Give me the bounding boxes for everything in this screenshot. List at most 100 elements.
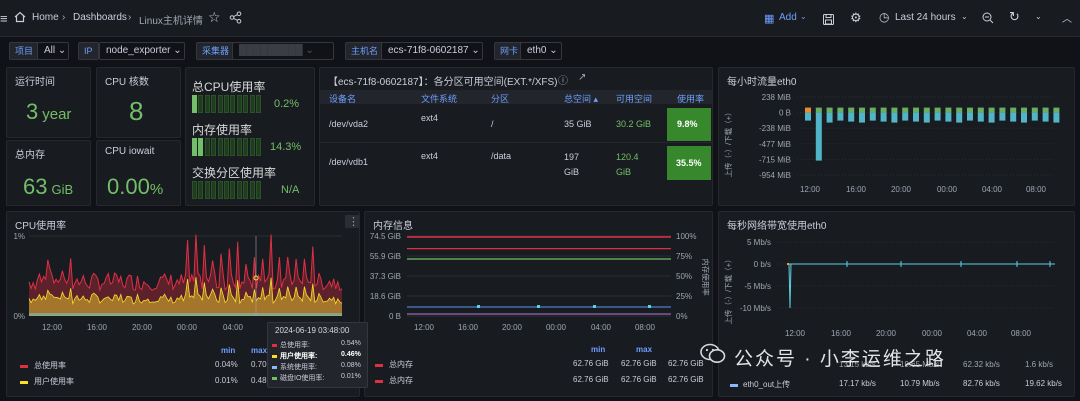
- table-row[interactable]: /dev/vda2 ext4 / 35 GiB 30.2 GiB 9.8%: [320, 106, 712, 143]
- x-tick-label: 12:00: [785, 329, 806, 338]
- x-tick-label: 16:00: [831, 329, 852, 338]
- upload-bar: [913, 112, 919, 122]
- cell-filesystem: ext4: [421, 151, 439, 161]
- star-icon[interactable]: ☆: [208, 9, 221, 26]
- legend-series-eth0-out[interactable]: eth0_out上传: [743, 379, 790, 390]
- upload-bar: [1031, 112, 1038, 121]
- bar-gauge-panel[interactable]: 总CPU使用率 0.2% 内存使用率 14.3% 交换分区使用率 N/A: [185, 67, 315, 206]
- home-icon[interactable]: [14, 10, 26, 23]
- add-chevron-down-icon[interactable]: ⌄: [800, 12, 807, 21]
- iowait-value: 0.00: [107, 174, 150, 199]
- gauge-segment: [217, 181, 223, 199]
- upload-bar: [967, 112, 973, 121]
- header-available[interactable]: 可用空间: [616, 92, 652, 105]
- header-mount[interactable]: 分区: [491, 92, 509, 105]
- stat-panel-cpu-cores[interactable]: CPU 核数 8: [96, 67, 181, 138]
- share-icon[interactable]: [229, 11, 242, 29]
- variable-select-ip[interactable]: node_exporter ⌄: [99, 42, 185, 60]
- y-tick-label: 5 Mb/s: [747, 238, 771, 247]
- breadcrumb-home[interactable]: Home: [32, 12, 59, 23]
- x-tick-label: 16:00: [458, 323, 479, 332]
- legend-value-max: 62.76 GiB: [621, 359, 657, 368]
- gauge-segment: [198, 95, 204, 113]
- header-total[interactable]: 总空间 ▴: [564, 92, 598, 105]
- gauge-segment: [198, 138, 204, 156]
- zoom-out-icon[interactable]: [982, 11, 994, 29]
- gauge-segment: [198, 181, 204, 199]
- collapse-up-icon[interactable]: ︿: [1062, 10, 1072, 25]
- stat-panel-total-memory[interactable]: 总内存 63 GiB: [6, 140, 91, 206]
- panel-menu-icon[interactable]: ⋮: [345, 215, 359, 228]
- panel-title: 每秒网络带宽使用eth0: [727, 221, 827, 232]
- gauge-value-swap: N/A: [281, 184, 300, 196]
- time-range-picker[interactable]: Last 24 hours: [895, 12, 956, 23]
- gauge-segment: [224, 95, 229, 113]
- legend-series-user[interactable]: 用户使用率: [34, 376, 74, 387]
- chart-tooltip: 2024-06-19 03:48:00 总使用率: 0.54% 用户使用率: 0…: [267, 322, 368, 388]
- stat-panel-cpu-iowait[interactable]: CPU iowait 0.00%: [96, 140, 181, 206]
- tooltip-swatch: [272, 355, 277, 358]
- variable-value: node_exporter: [106, 45, 171, 56]
- add-button[interactable]: Add: [779, 12, 797, 23]
- stat-panel-uptime[interactable]: 运行时间 3 year: [6, 67, 91, 138]
- download-bar: [913, 107, 919, 113]
- variable-select-nic[interactable]: eth0 ⌄: [520, 42, 562, 60]
- header-usage[interactable]: 使用率: [677, 92, 704, 105]
- info-icon[interactable]: ⓘ: [558, 72, 568, 87]
- breadcrumb-separator-icon: ›: [62, 12, 66, 23]
- x-tick-label: 00:00: [937, 185, 958, 194]
- memory-chart: 74.5 GiB 100% 55.9 GiB 75% 37.3 GiB 50% 18.6 G…: [370, 232, 711, 332]
- series-marker: [593, 305, 596, 308]
- save-dashboard-icon[interactable]: [823, 12, 834, 30]
- menu-toggle-icon[interactable]: ≡: [0, 11, 14, 26]
- legend-series-total[interactable]: 总使用率: [34, 360, 66, 371]
- download-bar: [902, 107, 909, 113]
- tooltip-time: 2024-06-19 03:48:00: [275, 326, 350, 335]
- gauge-segment: [236, 95, 242, 113]
- gauge-segment: [204, 95, 210, 113]
- header-device[interactable]: 设备名: [329, 92, 356, 105]
- tooltip-swatch: [272, 366, 277, 369]
- upload-bar: [826, 112, 833, 123]
- legend-series-total-memory[interactable]: 总内存: [389, 375, 413, 386]
- series-marker: [477, 305, 480, 308]
- stat-value: 63 GiB: [23, 174, 73, 200]
- clock-icon[interactable]: ◷: [879, 10, 889, 24]
- download-bar: [1031, 107, 1038, 113]
- external-link-icon[interactable]: ↗: [578, 72, 586, 83]
- x-tick-label: 00:00: [922, 329, 943, 338]
- variable-select-project[interactable]: All ⌄: [37, 42, 69, 60]
- legend-header-max[interactable]: max: [251, 346, 267, 355]
- panel-title: 【ecs-71f8-0602187】：各分区可用空间(EXT.*/XFS): [328, 77, 558, 88]
- time-range-chevron-down-icon[interactable]: ⌄: [961, 12, 968, 21]
- x-tick-label: 12:00: [42, 323, 63, 332]
- variable-select-hostname[interactable]: ecs-71f8-0602187 ⌄: [381, 42, 483, 60]
- table-row[interactable]: /dev/vdb1 ext4 /data 197 GiB 120.4 GiB 3…: [320, 144, 712, 182]
- variable-select-collector[interactable]: █████████ ⌄: [232, 42, 334, 60]
- legend-value-max: 62.76 GiB: [621, 375, 657, 384]
- header-filesystem[interactable]: 文件系统: [421, 92, 457, 105]
- panel-title: 总内存: [15, 150, 45, 161]
- network-bandwidth-chart: 5 Mb/s 0 b/s -5 Mb/s -10 Mb/s 上传（-）/下载（+） 12:…: [723, 238, 1055, 338]
- upload-bar: [988, 112, 995, 123]
- panel-title: CPU使用率: [15, 221, 67, 232]
- legend-header-min[interactable]: min: [221, 346, 235, 355]
- legend-series-total-memory[interactable]: 总内存: [389, 359, 413, 370]
- refresh-chevron-down-icon[interactable]: ⌄: [1035, 12, 1042, 21]
- y-tick-label: 0%: [13, 312, 25, 321]
- settings-gear-icon[interactable]: ⚙: [850, 10, 862, 26]
- gauge-label-cpu: 总CPU使用率: [192, 80, 266, 94]
- breadcrumb-dashboards[interactable]: Dashboards: [73, 12, 127, 23]
- variable-value: All: [44, 45, 56, 56]
- top-navigation-bar: ≡ Home › Dashboards › Linux主机详情 ☆ ▦ Add …: [0, 0, 1080, 37]
- stat-value: 8: [129, 96, 144, 126]
- hourly-traffic-panel[interactable]: 每小时流量eth0 238 MiB 0 B -238 MiB -477 MiB -715…: [718, 67, 1075, 206]
- refresh-icon[interactable]: ↻: [1009, 9, 1020, 25]
- legend-header-min[interactable]: min: [591, 345, 605, 354]
- add-panel-icon[interactable]: ▦: [764, 12, 774, 25]
- gauge-segment: [243, 138, 249, 156]
- memory-info-panel[interactable]: 内存信息 74.5 GiB 100% 55.9 GiB 75% 37.3 GiB 50% 1…: [364, 211, 713, 397]
- gauge-label-memory: 内存使用率: [192, 123, 253, 137]
- legend-header-max[interactable]: max: [636, 345, 652, 354]
- disk-usage-table-panel[interactable]: 【ecs-71f8-0602187】：各分区可用空间(EXT.*/XFS) ⓘ …: [319, 67, 713, 206]
